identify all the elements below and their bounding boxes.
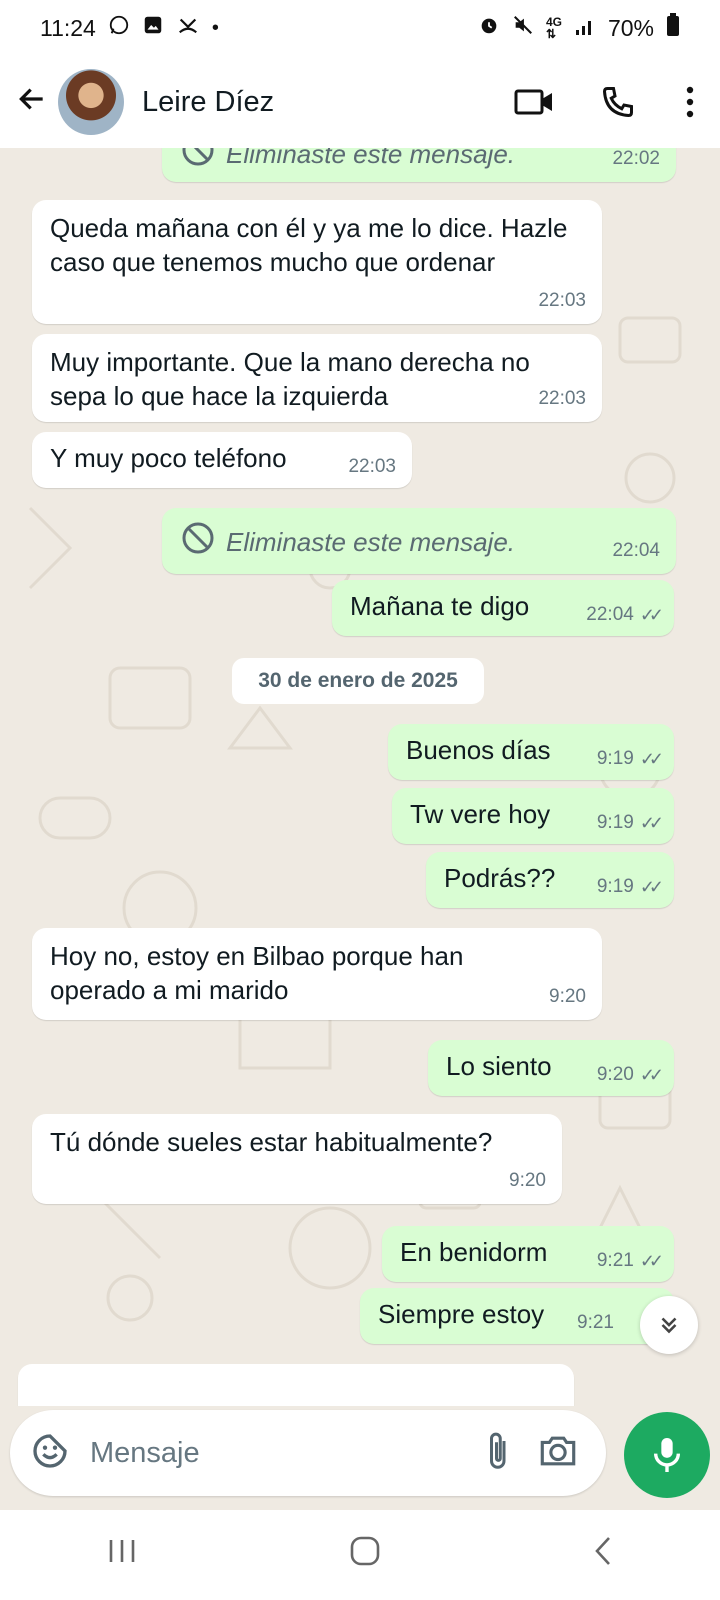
alarm-icon xyxy=(478,14,500,42)
message-bubble-outgoing[interactable]: Eliminaste este mensaje. 22:02 xyxy=(162,148,676,182)
message-bubble-incoming[interactable]: Muy importante. Que la mano derecha no s… xyxy=(32,334,602,422)
camera-icon[interactable] xyxy=(538,1433,578,1474)
message-time: 22:02 xyxy=(612,148,660,170)
battery-icon xyxy=(666,13,680,43)
chat-header: Leire Díez xyxy=(0,56,720,148)
contact-name[interactable]: Leire Díez xyxy=(142,86,492,119)
attach-icon[interactable] xyxy=(484,1431,514,1476)
gallery-icon xyxy=(142,14,164,42)
message-time: 9:19 xyxy=(596,812,634,834)
message-bubble-incoming[interactable]: Hoy no, estoy en Bilbao porque han opera… xyxy=(32,928,602,1020)
message-text: Queda mañana con él y ya me lo dice. Haz… xyxy=(50,213,568,277)
message-text: Muy importante. Que la mano derecha no s… xyxy=(50,347,530,411)
message-time: 9:20 xyxy=(509,1170,546,1192)
message-bubble-outgoing[interactable]: Tw vere hoy 9:19 ✓✓ xyxy=(392,788,674,844)
message-bubble-outgoing[interactable]: En benidorm 9:21 ✓✓ xyxy=(382,1226,674,1282)
message-bubble-outgoing[interactable]: Mañana te digo 22:04 ✓✓ xyxy=(332,580,674,636)
message-text: Y muy poco teléfono xyxy=(50,443,287,473)
message-time: 9:21 xyxy=(596,1250,634,1272)
video-call-icon[interactable] xyxy=(492,87,576,117)
mic-icon[interactable] xyxy=(624,1412,710,1498)
sticker-icon[interactable] xyxy=(30,1431,70,1476)
whatsapp-icon xyxy=(108,14,130,42)
phone-icon[interactable] xyxy=(576,84,660,120)
mute-icon xyxy=(512,14,534,42)
message-time: 9:19 xyxy=(596,748,634,770)
message-bubble-outgoing[interactable]: Siempre estoy 9:21 xyxy=(360,1288,674,1344)
read-ticks-icon: ✓✓ xyxy=(639,748,664,769)
message-time: 9:19 xyxy=(596,876,634,898)
read-ticks-icon: ✓✓ xyxy=(639,1250,664,1271)
message-time: 9:21 xyxy=(577,1312,614,1334)
message-bubble-incoming[interactable]: Tú dónde sueles estar habitualmente? 9:2… xyxy=(32,1114,562,1204)
message-bubble-incoming-partial[interactable] xyxy=(18,1364,574,1406)
read-ticks-icon: ✓✓ xyxy=(639,876,664,897)
status-bar: 11:24 • 4G ⇅ 70% xyxy=(0,0,720,56)
dot-icon: • xyxy=(211,16,219,39)
signal-icon xyxy=(574,15,596,42)
missed-call-icon xyxy=(176,14,200,42)
read-ticks-icon: ✓✓ xyxy=(639,1064,664,1085)
double-chevron-down-icon[interactable] xyxy=(640,1296,698,1354)
avatar[interactable] xyxy=(58,69,124,135)
message-bubble-outgoing[interactable]: Buenos días 9:19 ✓✓ xyxy=(388,724,674,780)
deleted-message-icon xyxy=(180,148,216,177)
message-text: Tú dónde sueles estar habitualmente? xyxy=(50,1127,493,1157)
home-icon[interactable] xyxy=(348,1534,382,1576)
message-input-bar[interactable]: Mensaje xyxy=(10,1410,606,1496)
chat-area[interactable]: Eliminaste este mensaje. 22:02 Queda mañ… xyxy=(0,148,720,1406)
message-text: Eliminaste este mensaje. xyxy=(226,148,516,169)
message-text: Eliminaste este mensaje. xyxy=(226,526,516,557)
message-bubble-outgoing[interactable]: Eliminaste este mensaje. 22:04 xyxy=(162,508,676,574)
message-input[interactable]: Mensaje xyxy=(90,1437,484,1470)
read-ticks-icon: ✓✓ xyxy=(639,812,664,833)
system-nav-bar xyxy=(0,1510,720,1600)
4g-icon: 4G ⇅ xyxy=(545,15,562,41)
message-text: Hoy no, estoy en Bilbao porque han opera… xyxy=(50,941,464,1005)
message-bubble-incoming[interactable]: Y muy poco teléfono 22:03 xyxy=(32,432,412,488)
date-separator: 30 de enero de 2025 xyxy=(232,658,484,704)
message-time: 22:04 xyxy=(586,604,634,626)
message-text: Siempre estoy xyxy=(378,1299,545,1329)
message-bubble-outgoing[interactable]: Podrás?? 9:19 ✓✓ xyxy=(426,852,674,908)
status-time: 11:24 xyxy=(40,14,96,41)
message-time: 22:03 xyxy=(348,456,396,478)
deleted-message-icon xyxy=(180,520,216,565)
message-time: 9:20 xyxy=(549,986,586,1008)
read-ticks-icon: ✓✓ xyxy=(639,604,664,625)
recents-icon[interactable] xyxy=(105,1536,139,1574)
more-options-icon[interactable] xyxy=(660,86,720,118)
message-bubble-outgoing[interactable]: Lo siento 9:20 ✓✓ xyxy=(428,1040,674,1096)
battery-percent: 70% xyxy=(607,14,654,41)
back-icon[interactable] xyxy=(591,1534,615,1576)
message-time: 22:04 xyxy=(612,540,660,562)
message-bubble-incoming[interactable]: Queda mañana con él y ya me lo dice. Haz… xyxy=(32,200,602,324)
message-time: 9:20 xyxy=(596,1064,634,1086)
back-arrow-icon[interactable] xyxy=(16,83,52,121)
message-time: 22:03 xyxy=(538,290,586,312)
message-time: 22:03 xyxy=(538,388,586,410)
